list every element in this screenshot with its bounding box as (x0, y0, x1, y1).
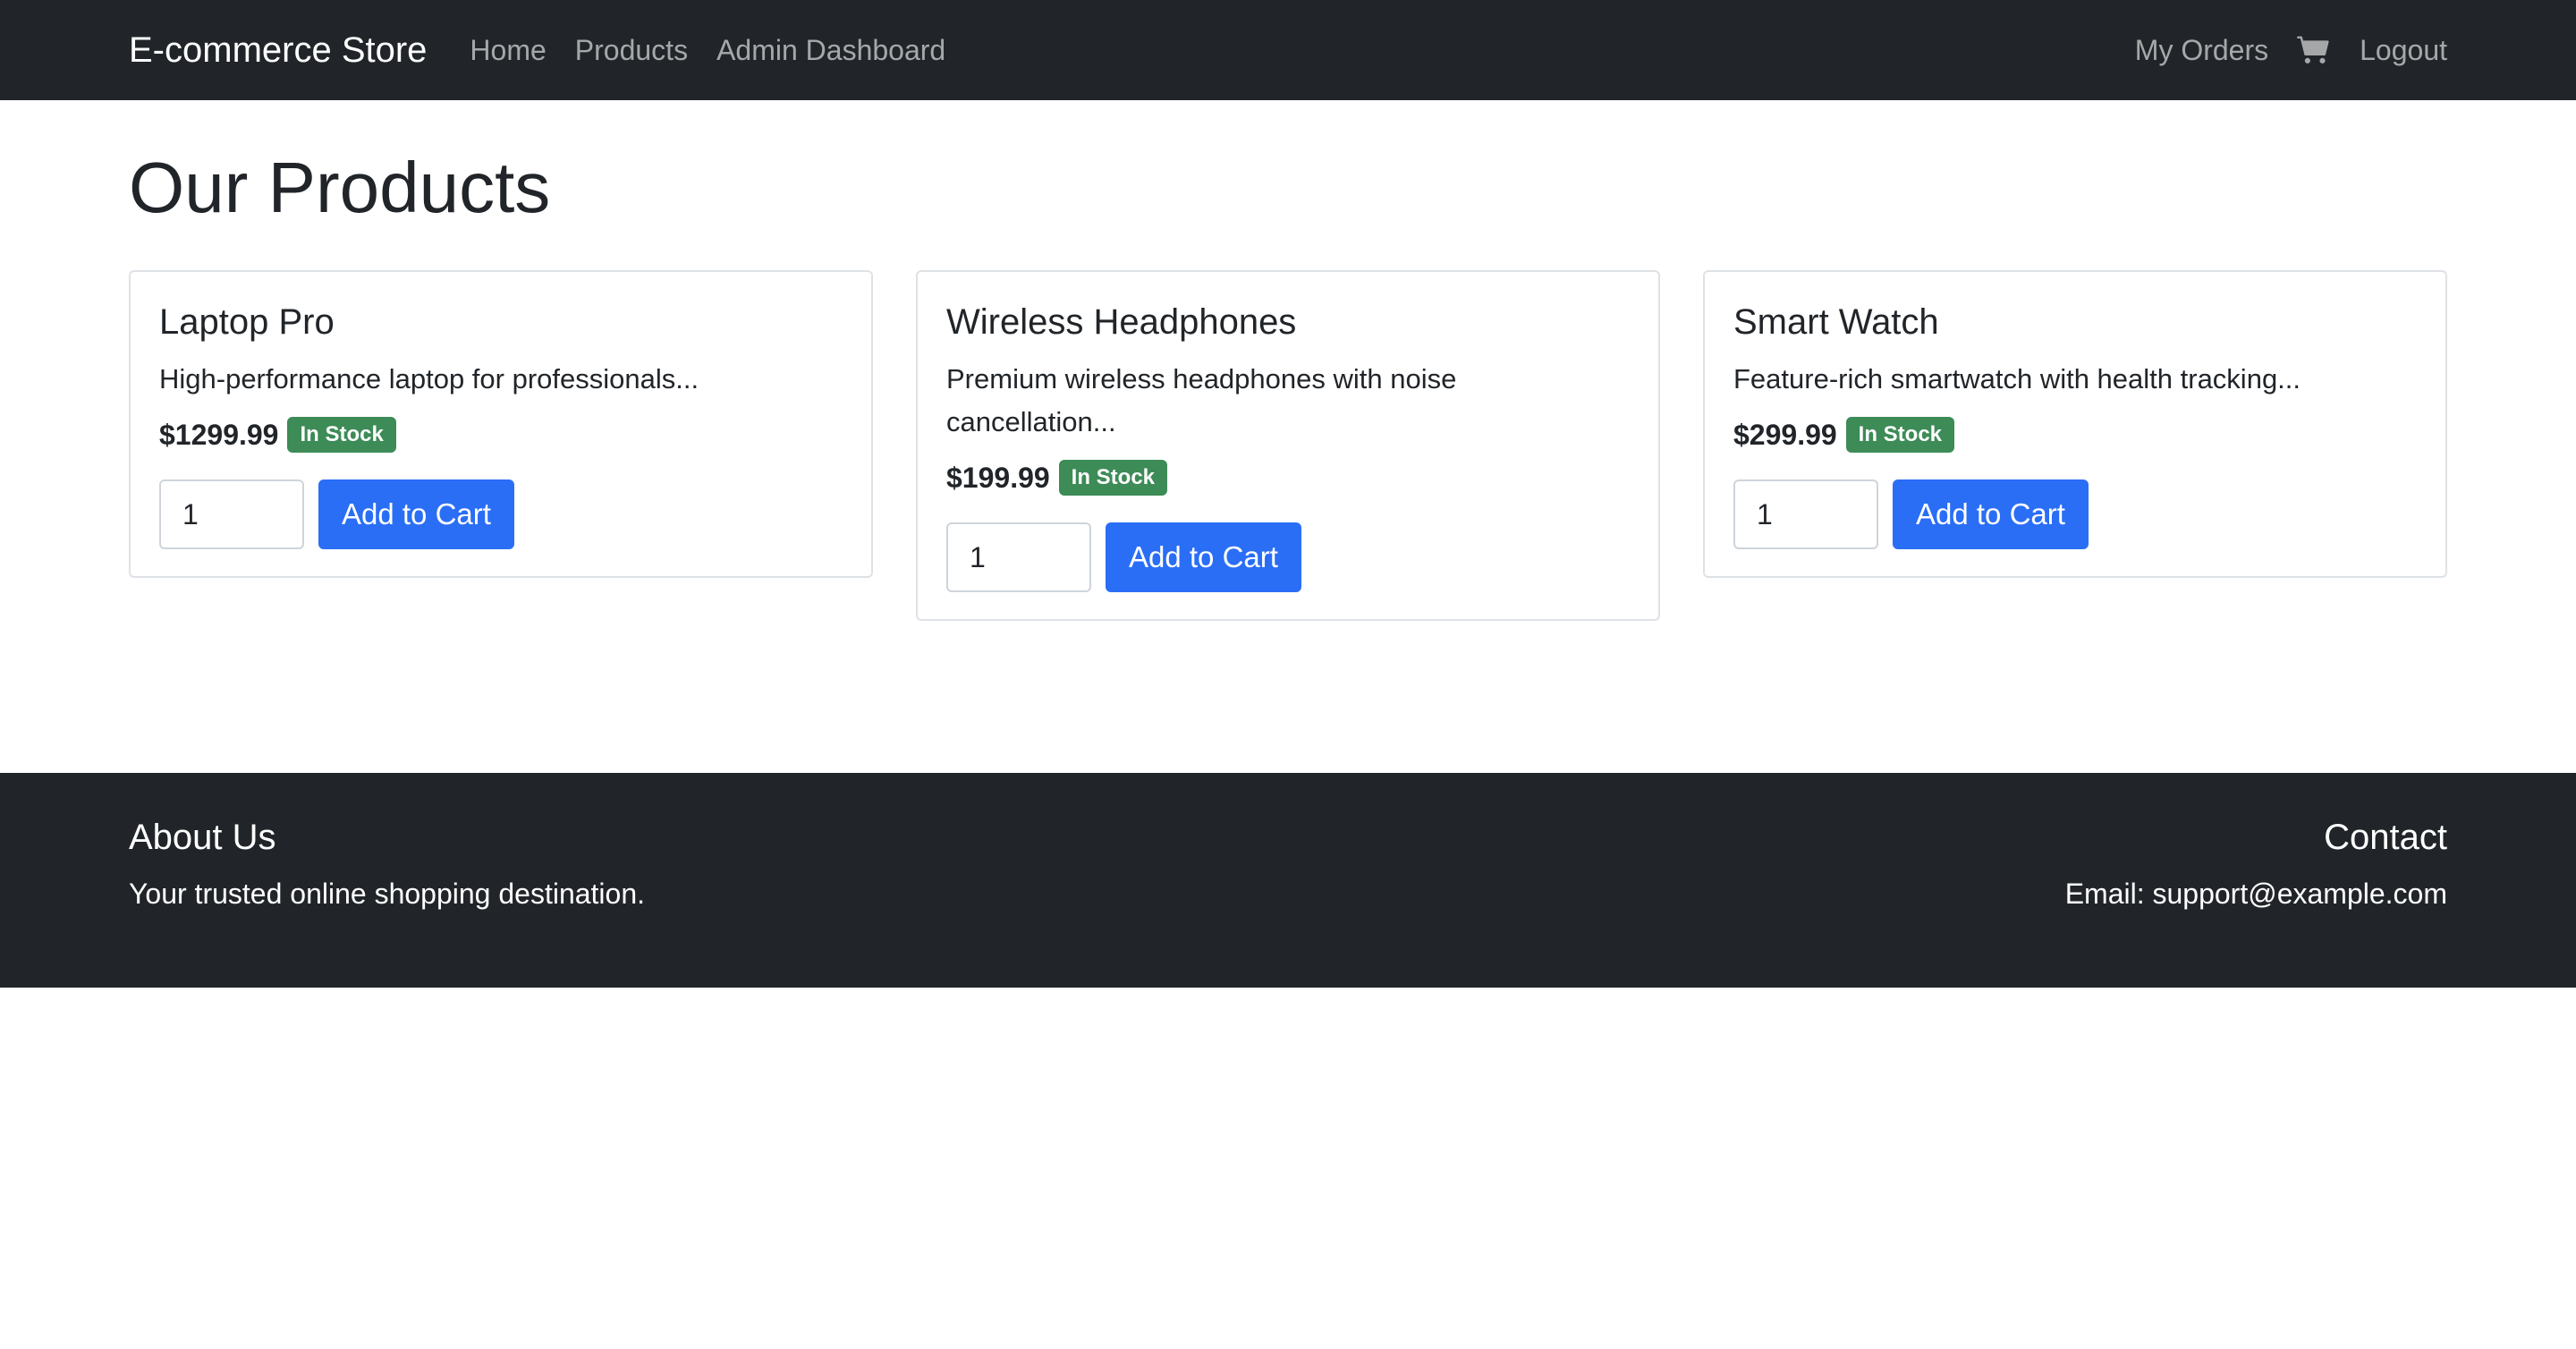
navbar: E-commerce Store Home Products Admin Das… (0, 0, 2576, 100)
footer: About Us Your trusted online shopping de… (0, 773, 2576, 988)
product-card: Wireless Headphones Premium wireless hea… (916, 270, 1660, 622)
stock-badge: In Stock (1058, 460, 1168, 496)
footer-about-title: About Us (129, 818, 276, 857)
cart-link[interactable] (2297, 35, 2331, 65)
stock-badge: In Stock (287, 417, 396, 454)
footer-contact: Contact Email: support@example.com (2065, 818, 2447, 988)
footer-contact-email: Email: support@example.com (2064, 878, 2447, 910)
add-to-cart-button[interactable]: Add to Cart (318, 479, 514, 550)
price-row: $1299.99 In Stock (159, 417, 843, 454)
footer-contact-title: Contact (2324, 818, 2447, 857)
product-name: Smart Watch (1733, 302, 1939, 342)
nav-link-admin-dashboard[interactable]: Admin Dashboard (716, 34, 945, 67)
footer-about: About Us Your trusted online shopping de… (129, 818, 645, 988)
page: E-commerce Store Home Products Admin Das… (0, 0, 2576, 1349)
footer-about-text: Your trusted online shopping destination… (129, 878, 646, 910)
product-description: High-performance laptop for professional… (159, 363, 699, 395)
product-card: Laptop Pro High-performance laptop for p… (129, 270, 873, 579)
nav-link-products[interactable]: Products (575, 34, 688, 67)
brand-link[interactable]: E-commerce Store (129, 30, 427, 71)
add-to-cart-button[interactable]: Add to Cart (1893, 479, 2089, 550)
price-row: $199.99 In Stock (946, 460, 1630, 496)
product-grid: Laptop Pro High-performance laptop for p… (129, 270, 2447, 622)
add-to-cart-button[interactable]: Add to Cart (1106, 522, 1301, 593)
product-price: $199.99 (946, 461, 1050, 494)
nav-link-logout[interactable]: Logout (2360, 34, 2447, 67)
product-description: Feature-rich smartwatch with health trac… (1733, 363, 2301, 395)
quantity-input[interactable] (946, 522, 1091, 593)
product-name: Laptop Pro (159, 302, 335, 342)
product-description: Premium wireless headphones with noise c… (946, 363, 1457, 438)
product-price: $299.99 (1733, 418, 1837, 451)
add-to-cart-row: Add to Cart (946, 522, 1630, 593)
add-to-cart-row: Add to Cart (159, 479, 843, 550)
stock-badge: In Stock (1845, 417, 1955, 454)
add-to-cart-row: Add to Cart (1733, 479, 2417, 550)
product-price: $1299.99 (159, 418, 279, 451)
cart-icon (2297, 36, 2329, 64)
nav-link-home[interactable]: Home (470, 34, 546, 67)
nav-right: My Orders Logout (2106, 34, 2447, 67)
page-title: Our Products (129, 148, 551, 227)
quantity-input[interactable] (1733, 479, 1878, 550)
product-name: Wireless Headphones (946, 302, 1297, 342)
quantity-input[interactable] (159, 479, 304, 550)
nav-link-my-orders[interactable]: My Orders (2135, 34, 2268, 67)
main-content: Our Products Laptop Pro High-performance… (0, 100, 2576, 622)
price-row: $299.99 In Stock (1733, 417, 2417, 454)
product-card: Smart Watch Feature-rich smartwatch with… (1703, 270, 2447, 579)
nav-left: E-commerce Store Home Products Admin Das… (129, 30, 974, 71)
